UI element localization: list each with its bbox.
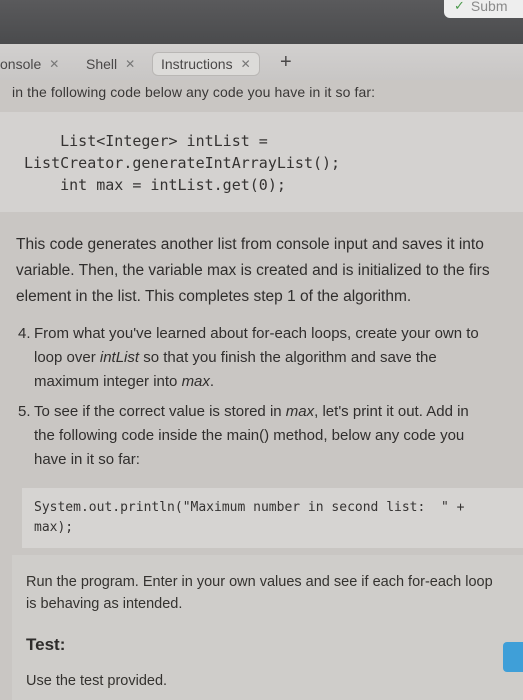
paragraph-line: This code generates another list from co…	[16, 236, 484, 253]
code-line: max);	[34, 520, 74, 535]
step-5: 5. To see if the correct value is stored…	[18, 400, 523, 472]
tab-console[interactable]: onsole ✕	[0, 52, 59, 76]
add-tab-icon[interactable]: +	[280, 52, 292, 72]
close-icon[interactable]: ✕	[125, 57, 135, 71]
step-line: maximum integer into max.	[34, 373, 215, 390]
tab-instructions-label: Instructions	[161, 56, 233, 72]
test-heading: Test:	[26, 635, 66, 654]
tab-console-label: onsole	[0, 56, 42, 72]
top-toolbar: ✓ Subm	[0, 0, 523, 44]
close-icon[interactable]: ✕	[241, 57, 251, 71]
code-line: List<Integer> intList =	[24, 132, 268, 150]
close-icon[interactable]: ✕	[49, 57, 59, 71]
tab-shell-label: Shell	[86, 56, 118, 72]
description-paragraph: This code generates another list from co…	[16, 232, 521, 310]
instructions-intro: in the following code below any code you…	[12, 84, 376, 100]
code-line: ListCreator.generateIntArrayList();	[24, 154, 341, 172]
submit-button[interactable]: ✓ Subm	[444, 0, 523, 18]
side-action-button[interactable]	[503, 642, 523, 672]
tab-shell[interactable]: Shell ✕	[86, 52, 135, 76]
run-instructions: Run the program. Enter in your own value…	[26, 574, 493, 612]
run-panel: Run the program. Enter in your own value…	[12, 555, 523, 700]
code-line: int max = intList.get(0);	[24, 176, 286, 194]
submit-label: Subm	[470, 0, 508, 14]
step-line: To see if the correct value is stored in…	[34, 403, 469, 420]
paragraph-line: variable. Then, the variable max is crea…	[16, 262, 490, 279]
step-line: From what you've learned about for-each …	[34, 325, 479, 342]
checkmark-icon: ✓	[454, 0, 465, 13]
step-number: 4.	[18, 325, 31, 342]
code-block: System.out.println("Maximum number in se…	[22, 488, 523, 548]
step-number: 5.	[18, 403, 31, 420]
step-line: the following code inside the main() met…	[34, 427, 465, 444]
step-4: 4. From what you've learned about for-ea…	[18, 322, 523, 394]
code-line: System.out.println("Maximum number in se…	[34, 500, 465, 515]
step-line: have in it so far:	[34, 451, 140, 468]
tab-bar: onsole ✕ Shell ✕ Instructions ✕	[0, 44, 523, 80]
code-block: List<Integer> intList = ListCreator.gene…	[0, 112, 523, 212]
step-line: loop over intList so that you finish the…	[34, 349, 437, 366]
test-description: Use the test provided.	[26, 673, 168, 689]
tab-instructions[interactable]: Instructions ✕	[152, 52, 260, 76]
paragraph-line: element in the list. This completes step…	[16, 288, 412, 305]
